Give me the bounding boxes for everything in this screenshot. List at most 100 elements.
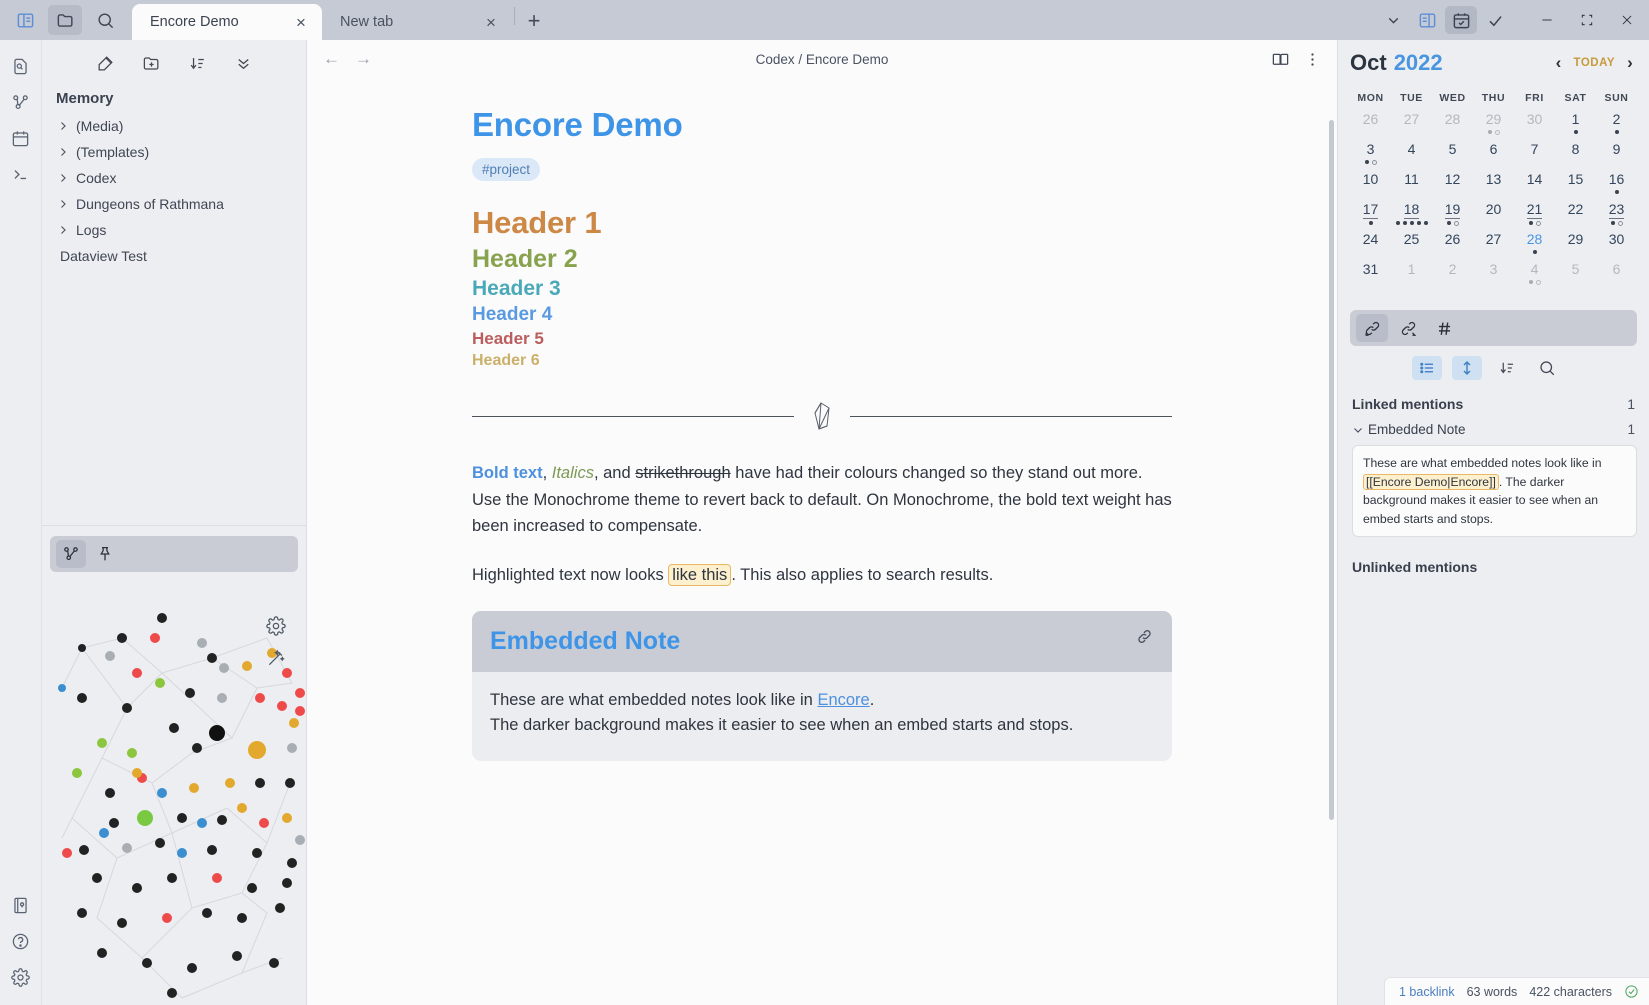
help-icon[interactable] — [5, 925, 37, 957]
calendar-day[interactable]: 4 — [1514, 260, 1555, 290]
tab-new-tab[interactable]: New tab × — [322, 4, 512, 40]
calendar-day[interactable]: 28 — [1514, 230, 1555, 260]
graph-canvas[interactable] — [42, 572, 306, 1005]
note-scroll-area[interactable]: Encore Demo #project Header 1 Header 2 H… — [307, 78, 1337, 1005]
new-folder-icon[interactable] — [139, 51, 163, 75]
calendar-day[interactable]: 27 — [1473, 230, 1514, 260]
calendar-day[interactable]: 4 — [1391, 140, 1432, 170]
calendar-day[interactable]: 17 — [1350, 200, 1391, 230]
graph-style-wand-icon[interactable] — [266, 648, 286, 668]
tree-folder-media[interactable]: (Media) — [52, 113, 306, 139]
calendar-day[interactable]: 29 — [1555, 230, 1596, 260]
minimize-button[interactable] — [1527, 0, 1567, 40]
calendar-day[interactable]: 25 — [1391, 230, 1432, 260]
calendar-day[interactable]: 7 — [1514, 140, 1555, 170]
collapse-all-icon[interactable] — [231, 51, 255, 75]
today-button[interactable]: TODAY — [1574, 57, 1616, 69]
quick-switcher-icon[interactable] — [5, 50, 37, 82]
tab-encore-demo[interactable]: Encore Demo × — [132, 4, 322, 40]
calendar-day[interactable]: 27 — [1391, 110, 1432, 140]
calendar-day[interactable]: 26 — [1350, 110, 1391, 140]
collapse-results-icon[interactable] — [1451, 356, 1482, 380]
tree-file-dataview-test[interactable]: Dataview Test — [52, 243, 306, 269]
calendar-day[interactable]: 9 — [1596, 140, 1637, 170]
graph-view-icon[interactable] — [5, 86, 37, 118]
calendar-day[interactable]: 26 — [1432, 230, 1473, 260]
backlink-snippet[interactable]: These are what embedded notes look like … — [1352, 445, 1637, 538]
backlink-group-embedded-note[interactable]: Embedded Note 1 — [1352, 422, 1635, 437]
folder-icon[interactable] — [48, 5, 82, 35]
search-icon[interactable] — [1532, 356, 1562, 380]
calendar-check-icon[interactable] — [1445, 6, 1477, 34]
sort-order-icon[interactable] — [185, 51, 209, 75]
settings-icon[interactable] — [5, 961, 37, 993]
embedded-note[interactable]: Embedded Note These are what embedded no… — [472, 610, 1172, 761]
chevron-down-icon[interactable] — [1352, 424, 1368, 436]
calendar-day[interactable]: 31 — [1350, 260, 1391, 290]
more-options-icon[interactable] — [1304, 51, 1321, 68]
unlinked-mentions-header[interactable]: Unlinked mentions — [1352, 559, 1635, 575]
calendar-day[interactable]: 12 — [1432, 170, 1473, 200]
calendar-day[interactable]: 30 — [1514, 110, 1555, 140]
maximize-button[interactable] — [1567, 0, 1607, 40]
calendar-day[interactable]: 11 — [1391, 170, 1432, 200]
calendar-day[interactable]: 3 — [1350, 140, 1391, 170]
calendar-day[interactable]: 6 — [1473, 140, 1514, 170]
calendar-year[interactable]: 2022 — [1394, 50, 1443, 76]
next-month-button[interactable]: › — [1623, 53, 1637, 73]
tags-icon[interactable] — [1428, 314, 1460, 342]
local-graph-icon[interactable] — [56, 540, 86, 568]
calendar-day[interactable]: 3 — [1473, 260, 1514, 290]
prev-month-button[interactable]: ‹ — [1552, 53, 1566, 73]
embed-link-icon[interactable] — [1135, 627, 1154, 646]
calendar-day[interactable]: 2 — [1596, 110, 1637, 140]
calendar-day[interactable]: 14 — [1514, 170, 1555, 200]
calendar-day[interactable]: 19 — [1432, 200, 1473, 230]
vault-icon[interactable] — [5, 889, 37, 921]
toggle-right-sidebar-icon[interactable] — [1411, 6, 1443, 34]
status-backlink-count[interactable]: 1 backlink — [1399, 985, 1455, 999]
calendar-day[interactable]: 20 — [1473, 200, 1514, 230]
calendar-day[interactable]: 24 — [1350, 230, 1391, 260]
calendar-day[interactable]: 21 — [1514, 200, 1555, 230]
forward-button[interactable]: → — [355, 49, 372, 69]
search-icon[interactable] — [88, 5, 122, 35]
chevron-down-icon[interactable] — [1377, 6, 1409, 34]
close-tab-icon[interactable]: × — [292, 14, 310, 31]
graph-settings-gear-icon[interactable] — [266, 616, 286, 636]
calendar-day[interactable]: 5 — [1555, 260, 1596, 290]
terminal-icon[interactable] — [5, 158, 37, 190]
sync-ok-icon[interactable] — [1624, 984, 1639, 999]
toggle-left-sidebar-icon[interactable] — [8, 5, 42, 35]
tree-folder-templates[interactable]: (Templates) — [52, 139, 306, 165]
calendar-day[interactable]: 1 — [1555, 110, 1596, 140]
calendar-day[interactable]: 16 — [1596, 170, 1637, 200]
tree-folder-dungeons-of-rathmana[interactable]: Dungeons of Rathmana — [52, 191, 306, 217]
calendar-day[interactable]: 2 — [1432, 260, 1473, 290]
calendar-day[interactable]: 22 — [1555, 200, 1596, 230]
calendar-day[interactable]: 5 — [1432, 140, 1473, 170]
calendar-day[interactable]: 13 — [1473, 170, 1514, 200]
tree-folder-logs[interactable]: Logs — [52, 217, 306, 243]
snippet-reference[interactable]: [[Encore Demo|Encore]] — [1363, 473, 1499, 490]
sort-order-icon[interactable] — [1492, 356, 1522, 380]
show-more-context-icon[interactable] — [1411, 356, 1442, 380]
vertical-scrollbar[interactable] — [1329, 120, 1334, 820]
reading-view-icon[interactable] — [1271, 50, 1290, 69]
calendar-month[interactable]: Oct — [1350, 50, 1387, 76]
calendar-day[interactable]: 10 — [1350, 170, 1391, 200]
backlinks-icon[interactable] — [1356, 314, 1388, 342]
outgoing-links-icon[interactable] — [1392, 314, 1424, 342]
calendar-day[interactable]: 1 — [1391, 260, 1432, 290]
note-content[interactable]: Encore Demo #project Header 1 Header 2 H… — [472, 78, 1172, 761]
close-button[interactable] — [1607, 0, 1647, 40]
calendar-day[interactable]: 15 — [1555, 170, 1596, 200]
calendar-day[interactable]: 23 — [1596, 200, 1637, 230]
check-icon[interactable] — [1479, 6, 1511, 34]
calendar-day[interactable]: 8 — [1555, 140, 1596, 170]
calendar-day[interactable]: 6 — [1596, 260, 1637, 290]
close-tab-icon[interactable]: × — [482, 14, 500, 31]
encore-link[interactable]: Encore — [817, 691, 869, 709]
tree-folder-codex[interactable]: Codex — [52, 165, 306, 191]
calendar-day[interactable]: 30 — [1596, 230, 1637, 260]
